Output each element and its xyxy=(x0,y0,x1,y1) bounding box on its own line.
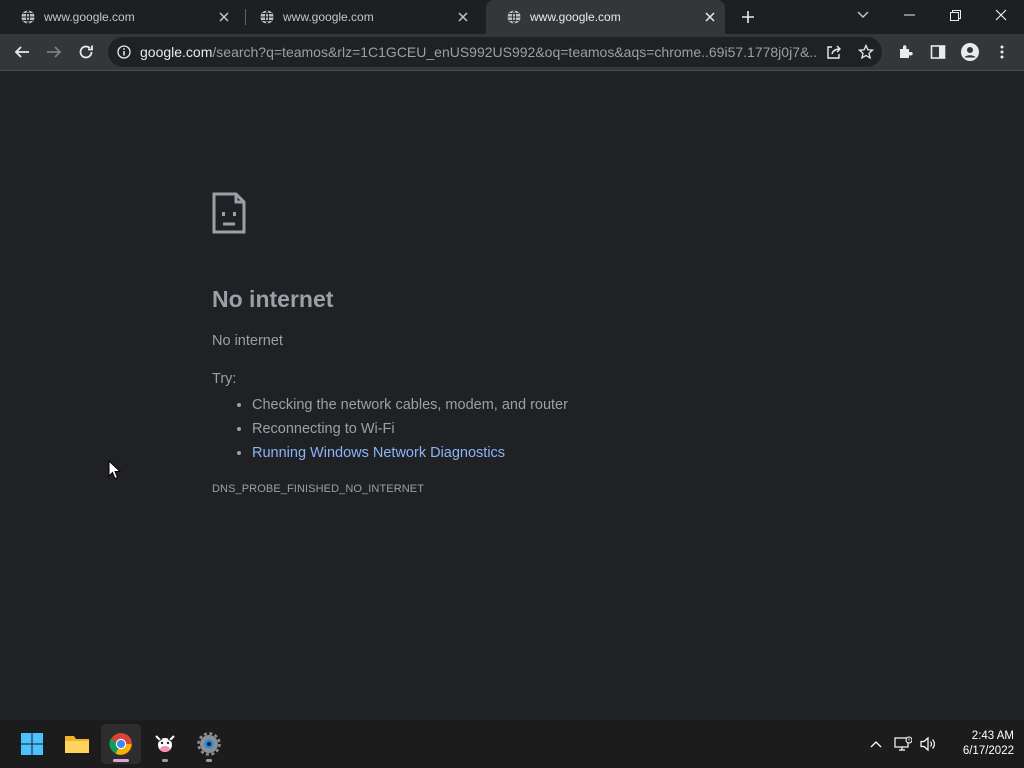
error-code: DNS_PROBE_FINISHED_NO_INTERNET xyxy=(212,483,425,495)
extensions-puzzle-icon[interactable] xyxy=(892,38,920,66)
taskbar-file-explorer[interactable] xyxy=(57,724,97,764)
taskbar-cow-app[interactable] xyxy=(145,724,185,764)
suggestion-item: Reconnecting to Wi-Fi xyxy=(252,417,812,441)
running-app-indicator xyxy=(162,759,168,762)
share-icon[interactable] xyxy=(818,37,850,67)
tab-2[interactable]: www.google.com xyxy=(239,0,478,34)
address-bar[interactable]: google.com/search?q=teamos&rlz=1C1GCEU_e… xyxy=(108,37,882,67)
menu-kebab-icon[interactable] xyxy=(988,38,1016,66)
close-tab-icon[interactable] xyxy=(701,8,719,26)
sad-page-icon xyxy=(212,192,246,234)
taskbar-chrome[interactable] xyxy=(101,724,141,764)
show-hidden-icons-chevron-icon[interactable] xyxy=(864,732,888,756)
tab-title: www.google.com xyxy=(283,10,374,24)
volume-speaker-icon[interactable] xyxy=(916,732,940,756)
settings-icon xyxy=(197,732,221,756)
running-app-indicator xyxy=(206,759,212,762)
globe-icon xyxy=(259,9,275,25)
tab-1[interactable]: www.google.com xyxy=(0,0,239,34)
chrome-icon xyxy=(109,732,133,756)
error-heading: No internet xyxy=(212,286,334,312)
file-explorer-icon xyxy=(64,733,90,755)
forward-button[interactable] xyxy=(40,38,68,66)
try-label: Try: xyxy=(212,371,237,387)
close-tab-icon[interactable] xyxy=(215,8,233,26)
browser-toolbar: google.com/search?q=teamos&rlz=1C1GCEU_e… xyxy=(0,34,1024,71)
suggestion-item: Checking the network cables, modem, and … xyxy=(252,393,812,417)
mouse-cursor-icon xyxy=(108,459,122,485)
url-path: /search?q=teamos&rlz=1C1GCEU_enUS992US99… xyxy=(212,44,818,60)
start-button[interactable] xyxy=(12,724,52,764)
url-host: google.com xyxy=(140,44,213,60)
profile-avatar-icon[interactable] xyxy=(956,38,984,66)
globe-icon xyxy=(20,9,36,25)
taskbar-clock[interactable]: 2:43 AM 6/17/2022 xyxy=(940,729,1014,759)
error-subheading: No internet xyxy=(212,333,283,349)
bookmark-star-icon[interactable] xyxy=(850,37,882,67)
tab-title: www.google.com xyxy=(530,10,621,24)
active-app-indicator xyxy=(113,759,129,762)
error-page: No internet No internet Try: Checking th… xyxy=(212,192,812,495)
clock-date: 6/17/2022 xyxy=(962,745,1014,757)
tab-search-button[interactable] xyxy=(840,0,886,30)
site-info-icon[interactable] xyxy=(108,37,140,67)
reload-button[interactable] xyxy=(72,38,100,66)
tab-title: www.google.com xyxy=(44,10,135,24)
minimize-button[interactable] xyxy=(886,0,932,30)
start-icon xyxy=(20,732,44,756)
close-window-button[interactable] xyxy=(978,0,1024,30)
side-panel-icon[interactable] xyxy=(924,38,952,66)
taskbar-settings[interactable] xyxy=(189,724,229,764)
globe-icon xyxy=(506,9,522,25)
network-diagnostics-link[interactable]: Running Windows Network Diagnostics xyxy=(252,445,505,461)
tab-strip: www.google.com www.google.com www.google… xyxy=(0,0,1024,34)
back-button[interactable] xyxy=(8,38,36,66)
restore-button[interactable] xyxy=(932,0,978,30)
windows-taskbar: 2:43 AM 6/17/2022 xyxy=(0,720,1024,768)
close-tab-icon[interactable] xyxy=(454,8,472,26)
clock-time: 2:43 AM xyxy=(971,730,1014,742)
suggestions-list: Checking the network cables, modem, and … xyxy=(212,393,812,465)
url-text[interactable]: google.com/search?q=teamos&rlz=1C1GCEU_e… xyxy=(140,44,818,60)
network-status-icon[interactable] xyxy=(891,732,915,756)
suggestion-item-diagnostics: Running Windows Network Diagnostics xyxy=(252,441,812,465)
tab-3-active[interactable]: www.google.com xyxy=(486,0,725,34)
new-tab-button[interactable] xyxy=(736,5,760,29)
cow-app-icon xyxy=(153,732,177,756)
